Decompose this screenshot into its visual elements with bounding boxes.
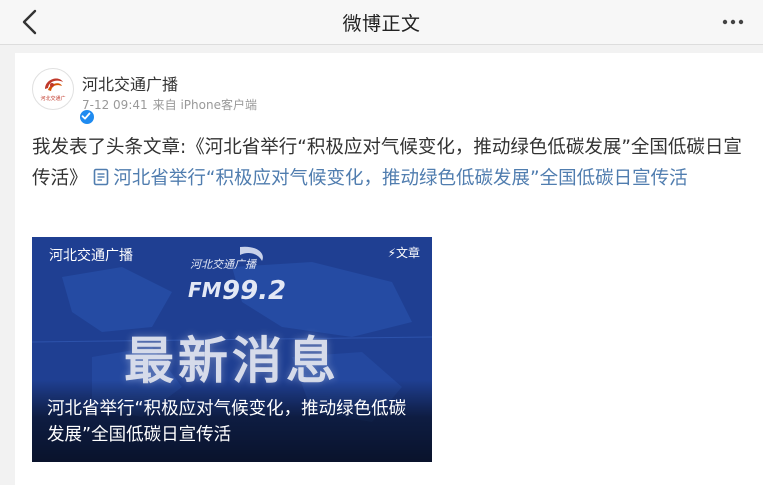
article-doc-icon: [94, 168, 109, 186]
card-type-label: ⚡文章: [387, 246, 420, 260]
weibo-post-card: 河北交通广 河北交通广播 7-12 09:41 来自 iPhone客户端 我发表了…: [15, 53, 763, 485]
station-logo-icon: [45, 78, 63, 91]
logo-station-text: 河北交通广播: [190, 258, 258, 271]
logo-frequency-text: 99.2: [222, 276, 286, 306]
card-title: 河北省举行“积极应对气候变化，推动绿色低碳发展”全国低碳日宣传活: [47, 399, 407, 445]
page-title: 微博正文: [342, 13, 421, 35]
card-source-label: 河北交通广播: [49, 248, 133, 264]
fm-logo-image: 河北交通广播 FM 99.2: [188, 246, 286, 306]
post-body: 我发表了头条文章:《河北省举行“积极应对气候变化，推动绿色低碳发展”全国低碳日宣…: [32, 132, 744, 194]
article-preview-card[interactable]: 河北交通广播 ⚡文章 河北交通广播 FM 99.2 最新消息 河北省举行“积极应…: [32, 237, 432, 462]
article-link[interactable]: 河北省举行“积极应对气候变化，推动绿色低碳发展”全国低碳日宣传活: [93, 168, 688, 189]
top-nav-bar: 微博正文: [0, 0, 763, 45]
article-link-text: 河北省举行“积极应对气候变化，推动绿色低碳发展”全国低碳日宣传活: [113, 168, 688, 189]
more-button[interactable]: [717, 8, 749, 36]
post-time: 7-12 09:41: [82, 98, 148, 112]
more-dots-icon: [722, 19, 744, 25]
logo-fm-text: FM: [188, 278, 222, 302]
post-meta: 7-12 09:41 来自 iPhone客户端: [82, 96, 257, 113]
post-source: 来自 iPhone客户端: [152, 98, 257, 112]
author-name[interactable]: 河北交通广播: [82, 71, 178, 95]
avatar[interactable]: 河北交通广: [32, 68, 95, 125]
avatar-caption: 河北交通广: [40, 96, 66, 102]
